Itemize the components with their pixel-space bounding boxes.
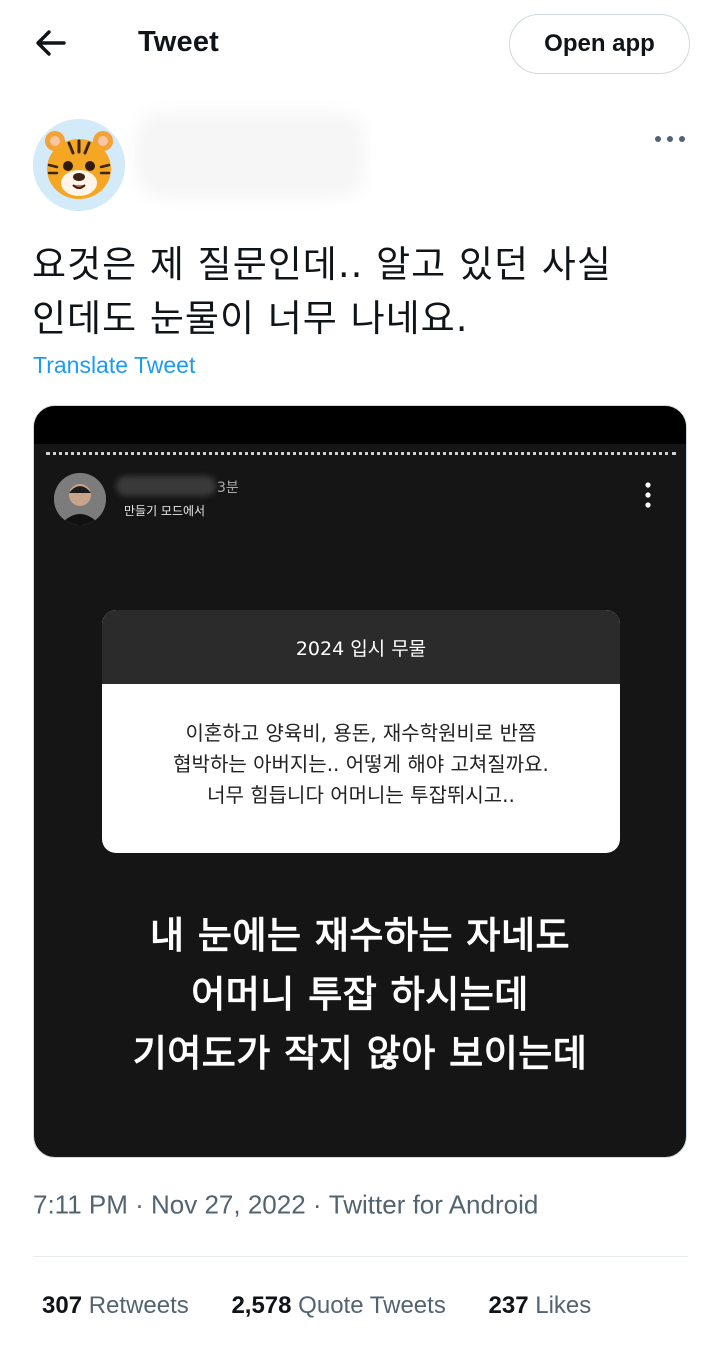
likes-count: 237: [488, 1292, 529, 1319]
divider: [33, 1256, 688, 1257]
question-line: 협박하는 아버지는.. 어떻게 해야 고쳐질까요.: [173, 752, 549, 776]
story-answer-caption: 내 눈에는 재수하는 자네도 어머니 투잡 하시는데 기여도가 작지 않아 보이…: [34, 906, 686, 1083]
question-line: 이혼하고 양육비, 용돈, 재수학원비로 반쯤: [185, 721, 537, 745]
tweet-source[interactable]: Twitter for Android: [329, 1190, 539, 1220]
answer-line: 어머니 투잡 하시는데: [191, 973, 529, 1016]
redacted-username: [135, 112, 365, 198]
open-app-button[interactable]: Open app: [509, 14, 690, 74]
tweet-media-image[interactable]: 3분 만들기 모드에서 2024 입시 무물 이혼하고 양육비, 용돈, 재수학…: [33, 405, 687, 1158]
more-vertical-icon[interactable]: [642, 480, 654, 510]
story-progress-divider: [46, 452, 676, 455]
retweets-count: 307: [42, 1292, 83, 1319]
quote-tweets-count: 2,578: [231, 1292, 292, 1319]
more-horizontal-icon[interactable]: [650, 128, 690, 150]
tweet-text-line: 요것은 제 질문인데.. 알고 있던 사실: [32, 243, 612, 286]
tiger-face-icon: [33, 119, 125, 211]
story-top-strip: [34, 406, 686, 444]
tweet-stats: 307 Retweets 2,578 Quote Tweets 237 Like…: [42, 1292, 627, 1320]
likes-label: Likes: [535, 1292, 592, 1319]
story-avatar: [54, 473, 106, 525]
retweets-stat[interactable]: 307 Retweets: [42, 1292, 189, 1320]
answer-line: 내 눈에는 재수하는 자네도: [149, 914, 571, 957]
question-line: 너무 힘듭니다 어머니는 투잡뛰시고..: [207, 783, 515, 807]
translate-tweet-link[interactable]: Translate Tweet: [33, 352, 195, 379]
question-box-title: 2024 입시 무물: [102, 610, 620, 684]
avatar[interactable]: [33, 119, 125, 211]
retweets-label: Retweets: [88, 1292, 189, 1319]
tweet-time[interactable]: 7:11 PM: [33, 1190, 128, 1220]
likes-stat[interactable]: 237 Likes: [489, 1292, 592, 1320]
meta-separator: ·: [127, 1189, 152, 1220]
tweet-date[interactable]: Nov 27, 2022: [151, 1190, 306, 1220]
quote-tweets-label: Quote Tweets: [298, 1292, 446, 1319]
story-time: 3분: [217, 480, 239, 496]
answer-line: 기여도가 작지 않아 보이는데: [132, 1032, 588, 1075]
tweet-text: 요것은 제 질문인데.. 알고 있던 사실 인데도 눈물이 너무 나네요.: [32, 238, 692, 346]
meta-separator: ·: [305, 1189, 329, 1220]
question-box-body: 이혼하고 양육비, 용돈, 재수학원비로 반쯤 협박하는 아버지는.. 어떻게 …: [102, 684, 620, 811]
tweet-meta: 7:11 PM · Nov 27, 2022 · Twitter for And…: [33, 1188, 538, 1221]
tweet-text-line: 인데도 눈물이 너무 나네요.: [32, 297, 469, 340]
story-redacted-name: [116, 476, 216, 496]
quote-tweets-stat[interactable]: 2,578 Quote Tweets: [231, 1292, 445, 1320]
question-box: 2024 입시 무물 이혼하고 양육비, 용돈, 재수학원비로 반쯤 협박하는 …: [102, 610, 620, 853]
top-bar: Tweet Open app: [0, 0, 721, 88]
back-arrow-icon[interactable]: [34, 28, 68, 58]
story-mode-label: 만들기 모드에서: [124, 504, 206, 518]
page-title: Tweet: [138, 26, 220, 58]
